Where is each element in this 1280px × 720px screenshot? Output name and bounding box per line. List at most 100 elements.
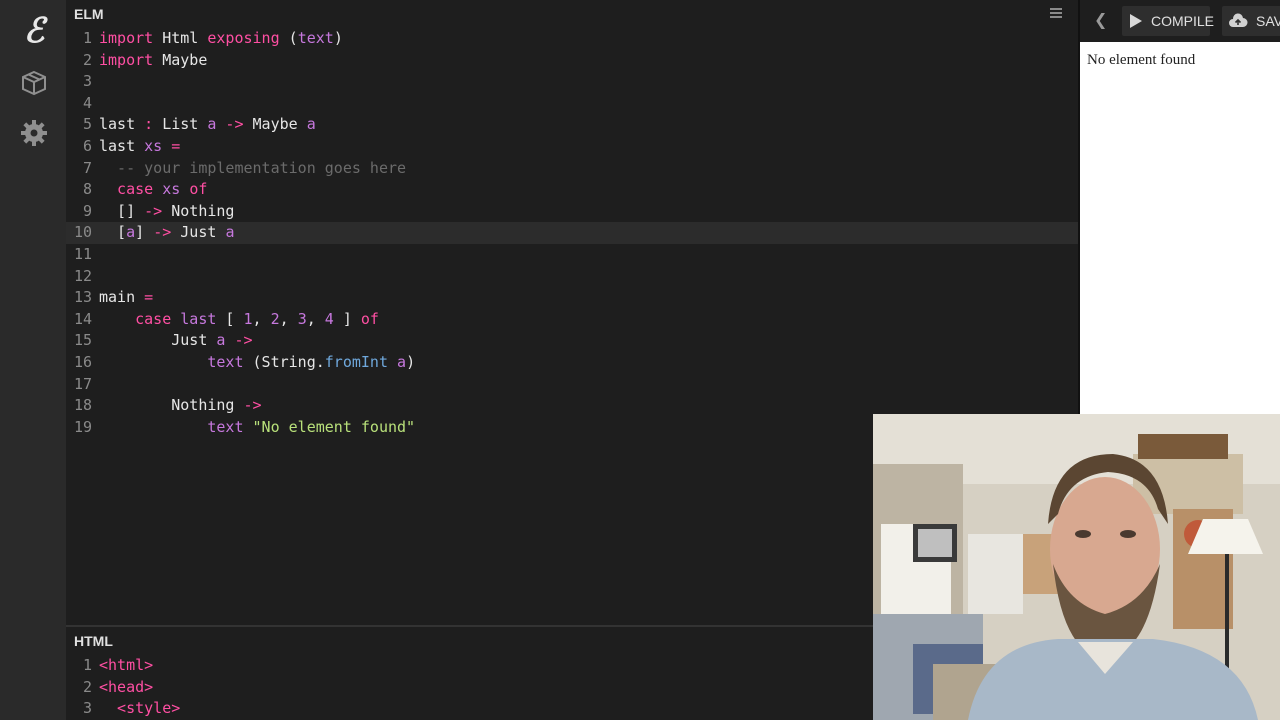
line-number: 6 xyxy=(82,136,92,155)
line-number: 4 xyxy=(82,93,92,112)
line-code: main = xyxy=(99,287,153,309)
code-token: <style> xyxy=(99,699,181,718)
cloud-upload-icon xyxy=(1228,13,1248,33)
code-token: (String. xyxy=(243,352,325,371)
line-code: <style> xyxy=(99,698,180,720)
line-code: text (String.fromInt a) xyxy=(99,352,415,374)
code-token: Nothing xyxy=(162,201,235,220)
code-token: [ xyxy=(99,223,127,242)
code-token: ] xyxy=(135,223,154,242)
html-line[interactable]: 1 <html> xyxy=(66,655,873,677)
code-token: 3 xyxy=(297,309,307,328)
line-code: Nothing -> xyxy=(99,395,262,417)
html-line[interactable]: 3 <style> xyxy=(66,698,873,720)
html-panel-header: HTML xyxy=(66,627,873,655)
code-line[interactable]: 13 main = xyxy=(66,287,1078,309)
code-token: 2 xyxy=(270,309,280,328)
compile-label: COMPILE xyxy=(1151,13,1215,29)
code-token: = xyxy=(144,288,154,307)
code-token: "No element found" xyxy=(243,417,416,436)
line-number: 2 xyxy=(82,50,92,69)
line-number: 16 xyxy=(73,352,92,371)
code-token: import xyxy=(99,50,154,69)
code-line[interactable]: 5 last : List a -> Maybe a xyxy=(66,114,1078,136)
code-token: -> xyxy=(216,115,253,134)
code-token: Html xyxy=(153,29,208,47)
line-number: 10 xyxy=(73,223,92,242)
gear-icon[interactable] xyxy=(17,116,51,150)
line-code: -- your implementation goes here xyxy=(99,158,406,180)
line-code: last : List a -> Maybe a xyxy=(99,114,316,136)
code-token: text xyxy=(297,29,334,47)
html-line[interactable]: 2 <head> xyxy=(66,677,873,699)
html-code-editor[interactable]: 1 <html> 2 <head> 3 <style> xyxy=(66,655,873,720)
code-token: Just xyxy=(99,331,217,350)
code-token: -> xyxy=(225,331,253,350)
code-token: [] xyxy=(99,201,145,220)
code-line[interactable]: 9 [] -> Nothing xyxy=(66,201,1078,223)
chevron-left-icon[interactable]: ❮ xyxy=(1094,10,1107,29)
line-number: 9 xyxy=(82,201,92,220)
code-token: a xyxy=(306,115,316,134)
code-line[interactable]: 8 case xs of xyxy=(66,179,1078,201)
code-token: a xyxy=(126,223,136,242)
code-line[interactable]: 16 text (String.fromInt a) xyxy=(66,352,1078,374)
elm-logo-icon[interactable]: ℰ xyxy=(17,11,51,51)
menu-icon[interactable] xyxy=(1050,8,1062,20)
code-editor[interactable]: 1 import Html exposing (text) 2 import Mayb… xyxy=(66,28,1078,438)
code-line[interactable]: 14 case last [ 1, 2, 3, 4 ] of xyxy=(66,309,1078,331)
code-token: -> xyxy=(153,223,172,242)
preview-toolbar: ❮ COMPILE SAV xyxy=(1080,0,1280,42)
code-token: exposing xyxy=(207,29,280,47)
line-number: 12 xyxy=(73,266,92,285)
line-number: 14 xyxy=(73,309,92,328)
code-line[interactable]: 10 [a] -> Just a xyxy=(66,222,1078,244)
line-code: last xs = xyxy=(99,136,180,158)
code-line[interactable]: 15 Just a -> xyxy=(66,330,1078,352)
line-number: 7 xyxy=(82,158,92,177)
code-token: of xyxy=(189,180,208,199)
code-token: a xyxy=(397,352,407,371)
code-line[interactable]: 3 xyxy=(66,71,1078,93)
code-line[interactable]: 17 xyxy=(66,374,1078,396)
code-line[interactable]: 1 import Html exposing (text) xyxy=(66,28,1078,50)
line-code: [a] -> Just a xyxy=(99,222,234,244)
code-line[interactable]: 4 xyxy=(66,93,1078,115)
code-line[interactable]: 6 last xs = xyxy=(66,136,1078,158)
code-token: = xyxy=(171,136,181,155)
line-number: 2 xyxy=(82,677,92,696)
preview-output-text: No element found xyxy=(1087,52,1196,68)
line-code: [] -> Nothing xyxy=(99,201,234,223)
package-icon[interactable] xyxy=(17,66,51,100)
code-token: -> xyxy=(243,396,262,415)
line-number: 19 xyxy=(73,417,92,436)
line-number: 15 xyxy=(73,331,92,350)
line-code: import Html exposing (text) xyxy=(99,28,343,50)
code-token: a xyxy=(225,223,235,242)
line-code: import Maybe xyxy=(99,50,207,72)
code-token: : xyxy=(135,115,163,134)
line-code: case last [ 1, 2, 3, 4 ] of xyxy=(99,309,379,331)
compile-button[interactable]: COMPILE xyxy=(1122,6,1214,36)
code-line[interactable]: 11 xyxy=(66,244,1078,266)
code-line[interactable]: 7 -- your implementation goes here xyxy=(66,158,1078,180)
code-token: xs xyxy=(153,180,190,199)
code-line[interactable]: 12 xyxy=(66,266,1078,288)
code-token: main xyxy=(99,288,145,307)
save-button[interactable]: SAV xyxy=(1222,6,1280,36)
code-token: -> xyxy=(144,201,163,220)
output-preview: No element found xyxy=(1080,42,1280,414)
save-label: SAV xyxy=(1256,13,1280,29)
line-code: Just a -> xyxy=(99,330,253,352)
editor-header: ELM xyxy=(66,0,1078,28)
line-number: 1 xyxy=(82,29,92,47)
sidebar-rail: ℰ xyxy=(0,0,66,720)
code-line[interactable]: 2 import Maybe xyxy=(66,50,1078,72)
line-code: text "No element found" xyxy=(99,417,415,439)
code-token: List xyxy=(162,115,208,134)
line-number: 13 xyxy=(73,288,92,307)
editor-title: ELM xyxy=(74,6,104,22)
code-token: last xyxy=(99,136,136,155)
code-token: Maybe xyxy=(153,50,208,69)
